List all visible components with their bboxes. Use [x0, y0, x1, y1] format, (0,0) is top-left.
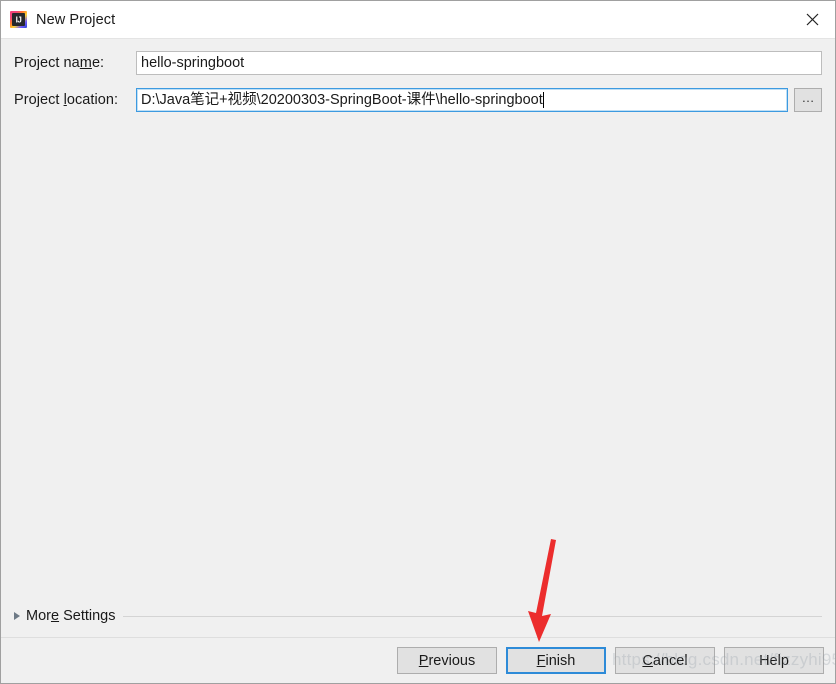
help-button[interactable]: Help [724, 647, 824, 674]
intellij-idea-icon [10, 11, 27, 28]
more-settings-label-before: Mor [26, 608, 51, 624]
project-location-label-before: Project [14, 92, 64, 108]
close-icon[interactable] [789, 1, 835, 38]
project-name-label: Project name: [14, 55, 136, 71]
help-button-label: Help [759, 652, 789, 669]
project-name-value: hello-springboot [141, 54, 245, 71]
project-name-row: Project name: hello-springboot [14, 51, 822, 75]
project-name-input[interactable]: hello-springboot [136, 51, 822, 75]
dialog-content: Project name: hello-springboot Project l… [1, 39, 835, 637]
new-project-dialog: New Project Project name: hello-springbo… [0, 0, 836, 684]
project-location-value: D:\Java笔记+视频\20200303-SpringBoot-课件\hell… [141, 91, 543, 108]
project-location-row: Project location: D:\Java笔记+视频\20200303-… [14, 88, 822, 112]
cancel-button[interactable]: Cancel [615, 647, 715, 674]
cancel-button-after: ancel [652, 652, 688, 669]
more-settings-label: More Settings [26, 608, 115, 624]
more-settings-label-mnemonic: e [50, 608, 60, 624]
more-settings-label-after: Settings [59, 608, 116, 624]
previous-button[interactable]: Previous [397, 647, 497, 674]
project-name-label-after: e: [91, 55, 105, 71]
finish-button-mnemonic: F [536, 652, 546, 669]
project-location-input[interactable]: D:\Java笔记+视频\20200303-SpringBoot-课件\hell… [136, 88, 788, 112]
finish-button[interactable]: Finish [506, 647, 606, 674]
title-bar: New Project [1, 1, 835, 39]
window-title: New Project [36, 11, 116, 28]
previous-button-after: revious [428, 652, 476, 669]
cancel-button-mnemonic: C [642, 652, 653, 669]
project-name-label-mnemonic: m [79, 55, 92, 71]
project-location-label-after: ocation: [66, 92, 119, 108]
triangle-right-icon[interactable] [14, 612, 20, 620]
finish-button-after: inish [545, 652, 576, 669]
previous-button-mnemonic: P [418, 652, 429, 669]
text-caret [542, 92, 544, 108]
project-name-label-before: Project na [14, 55, 80, 71]
project-location-label: Project location: [14, 92, 136, 108]
browse-folder-button[interactable]: … [794, 88, 822, 112]
more-settings-section[interactable]: More Settings [14, 608, 822, 624]
more-settings-separator [123, 615, 822, 617]
dialog-button-bar: Previous Finish Cancel Help [1, 637, 835, 683]
